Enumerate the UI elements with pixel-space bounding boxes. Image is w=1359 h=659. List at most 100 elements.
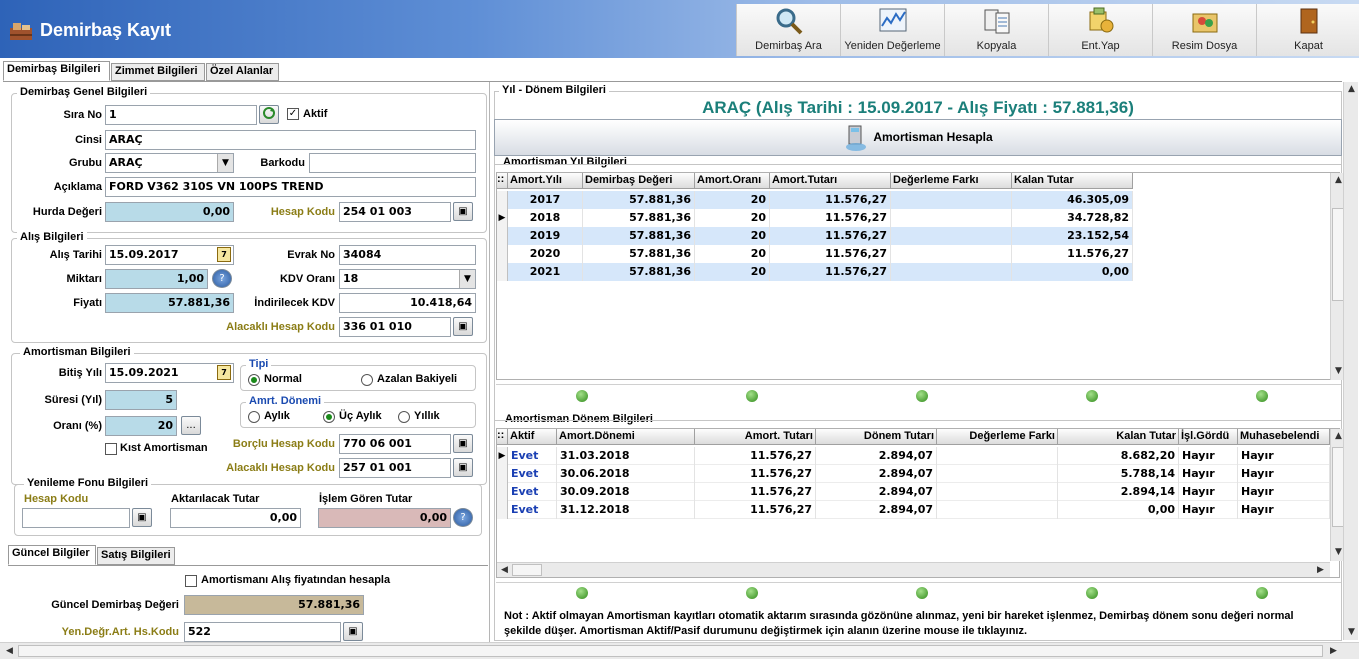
tab-demirbas-bilgileri[interactable]: Demirbaş Bilgileri: [3, 61, 110, 81]
amort-alacakli-lookup-button[interactable]: ▣: [453, 458, 473, 477]
scroll-left-icon[interactable]: ◀: [2, 644, 17, 659]
amort-alacakli-input[interactable]: 257 01 001: [339, 458, 451, 478]
calendar-icon[interactable]: 7: [217, 247, 231, 262]
scroll-left-icon[interactable]: ◀: [497, 563, 512, 578]
scroll-right-icon[interactable]: ▶: [1326, 644, 1341, 659]
nav-refresh-icon[interactable]: [916, 390, 928, 402]
nav-last-icon[interactable]: [1256, 587, 1268, 599]
bitis-yili-input[interactable]: 15.09.2021 7: [105, 363, 234, 383]
refresh-button[interactable]: [259, 105, 279, 124]
scroll-thumb[interactable]: [512, 564, 542, 576]
normal-radio[interactable]: [248, 374, 260, 386]
nav-prev-icon[interactable]: [746, 587, 758, 599]
barkodu-input[interactable]: [309, 153, 476, 173]
nav-first-icon[interactable]: [576, 390, 588, 402]
aktif-checkbox[interactable]: ✓: [287, 108, 299, 120]
scroll-right-icon[interactable]: ▶: [1313, 563, 1328, 578]
chevron-down-icon[interactable]: ▼: [217, 154, 233, 172]
table-cell: 0,00: [1012, 263, 1133, 281]
suresi-input[interactable]: 5: [105, 390, 177, 410]
yillik-radio[interactable]: [398, 411, 410, 423]
kist-checkbox[interactable]: [105, 443, 117, 455]
alis-tarihi-input[interactable]: 15.09.2017 7: [105, 245, 234, 265]
kopyala-button[interactable]: Kopyala: [944, 4, 1048, 56]
alis-alacakli-input[interactable]: 336 01 010: [339, 317, 451, 337]
yil-column-header[interactable]: Amort.Yılı: [508, 173, 583, 189]
nav-refresh-icon[interactable]: [916, 587, 928, 599]
tab-satis-bilgileri[interactable]: Satış Bilgileri: [97, 547, 175, 565]
page-hscroll[interactable]: ◀ ▶: [0, 642, 1359, 659]
aylik-radio[interactable]: [248, 411, 260, 423]
orani-input[interactable]: 20: [105, 416, 177, 436]
table-cell: 11.576,27: [695, 465, 816, 483]
alis-fiyatindan-checkbox[interactable]: [185, 575, 197, 587]
table-cell: 31.03.2018: [557, 447, 695, 465]
calendar-icon[interactable]: 7: [217, 365, 231, 380]
donem-column-header[interactable]: Kalan Tutar: [1058, 429, 1179, 445]
aktif-toggle-cell[interactable]: Evet: [508, 483, 557, 501]
aktif-toggle-cell[interactable]: Evet: [508, 465, 557, 483]
aciklama-input[interactable]: FORD V362 310S VN 100PS TREND: [105, 177, 476, 197]
borclu-lookup-button[interactable]: ▣: [453, 434, 473, 453]
islem-info-button[interactable]: ?: [453, 508, 473, 527]
scroll-down-icon[interactable]: ▼: [1344, 625, 1359, 640]
tab-guncel-bilgiler[interactable]: Güncel Bilgiler: [8, 545, 96, 565]
demirbas-ara-button[interactable]: Demirbaş Ara: [736, 4, 840, 56]
donem-column-header[interactable]: Değerleme Farkı: [937, 429, 1058, 445]
fiyati-input[interactable]: 57.881,36: [105, 293, 234, 313]
resim-dosya-button[interactable]: Resim Dosya: [1152, 4, 1256, 56]
page-vscroll[interactable]: ▲ ▼: [1343, 82, 1358, 640]
nav-prev-icon[interactable]: [746, 390, 758, 402]
donem-column-header[interactable]: Dönem Tutarı: [816, 429, 937, 445]
yenileme-lookup-button[interactable]: ▣: [132, 508, 152, 527]
cinsi-input[interactable]: ARAÇ: [105, 130, 476, 150]
hesap-kodu-input[interactable]: 254 01 003: [339, 202, 451, 222]
yil-column-header[interactable]: Kalan Tutar: [1012, 173, 1133, 189]
donem-column-header[interactable]: Aktif: [508, 429, 557, 445]
grubu-select[interactable]: ARAÇ ▼: [105, 153, 234, 173]
hesap-lookup-button[interactable]: ▣: [453, 202, 473, 221]
indirilecek-kdv-input[interactable]: 10.418,64: [339, 293, 476, 313]
yil-column-header[interactable]: Amort.Tutarı: [770, 173, 891, 189]
donem-column-header[interactable]: İşl.Gördü: [1179, 429, 1238, 445]
guncel-deger-input[interactable]: 57.881,36: [184, 595, 364, 615]
yil-column-header[interactable]: Değerleme Farkı: [891, 173, 1012, 189]
ent-yap-button[interactable]: Ent.Yap: [1048, 4, 1152, 56]
tab-zimmet-bilgileri[interactable]: Zimmet Bilgileri: [111, 63, 205, 81]
scroll-up-icon[interactable]: ▲: [1344, 82, 1359, 97]
yil-column-header[interactable]: Demirbaş Değeri: [583, 173, 695, 189]
nav-first-icon[interactable]: [576, 587, 588, 599]
yen-degr-input[interactable]: 522: [184, 622, 341, 642]
donem-column-header[interactable]: Amort.Dönemi: [557, 429, 695, 445]
nav-last-icon[interactable]: [1256, 390, 1268, 402]
nav-next-icon[interactable]: [1086, 587, 1098, 599]
islem-goren-input[interactable]: 0,00: [318, 508, 451, 528]
donem-hscroll[interactable]: ◀ ▶: [497, 562, 1330, 577]
kapat-button[interactable]: Kapat: [1256, 4, 1359, 56]
azalan-radio[interactable]: [361, 374, 373, 386]
yenileme-hesap-input[interactable]: [22, 508, 130, 528]
info-button[interactable]: ?: [212, 269, 232, 288]
sira-no-input[interactable]: 1: [105, 105, 257, 125]
donem-column-header[interactable]: Muhasebelendi: [1238, 429, 1330, 445]
yeniden-degerleme-button[interactable]: Yeniden Değerleme: [840, 4, 944, 56]
donem-column-header[interactable]: Amort. Tutarı: [695, 429, 816, 445]
alis-alacakli-lookup-button[interactable]: ▣: [453, 317, 473, 336]
aktarilacak-input[interactable]: 0,00: [170, 508, 301, 528]
evrak-no-input[interactable]: 34084: [339, 245, 476, 265]
borclu-input[interactable]: 770 06 001: [339, 434, 451, 454]
nav-next-icon[interactable]: [1086, 390, 1098, 402]
tab-ozel-alanlar[interactable]: Özel Alanlar: [206, 63, 279, 81]
yen-degr-lookup-button[interactable]: ▣: [343, 622, 363, 641]
amortisman-hesapla-button[interactable]: Amortisman Hesapla: [494, 119, 1342, 156]
aktif-toggle-cell[interactable]: Evet: [508, 501, 557, 519]
chevron-down-icon[interactable]: ▼: [459, 270, 475, 288]
uc-aylik-radio[interactable]: [323, 411, 335, 423]
aktif-toggle-cell[interactable]: Evet: [508, 447, 557, 465]
kdv-orani-select[interactable]: 18 ▼: [339, 269, 476, 289]
scroll-thumb[interactable]: [18, 645, 1323, 657]
hurda-input[interactable]: 0,00: [105, 202, 234, 222]
yil-column-header[interactable]: Amort.Oranı: [695, 173, 770, 189]
miktari-input[interactable]: 1,00: [105, 269, 208, 289]
ellipsis-button[interactable]: ...: [181, 416, 201, 435]
